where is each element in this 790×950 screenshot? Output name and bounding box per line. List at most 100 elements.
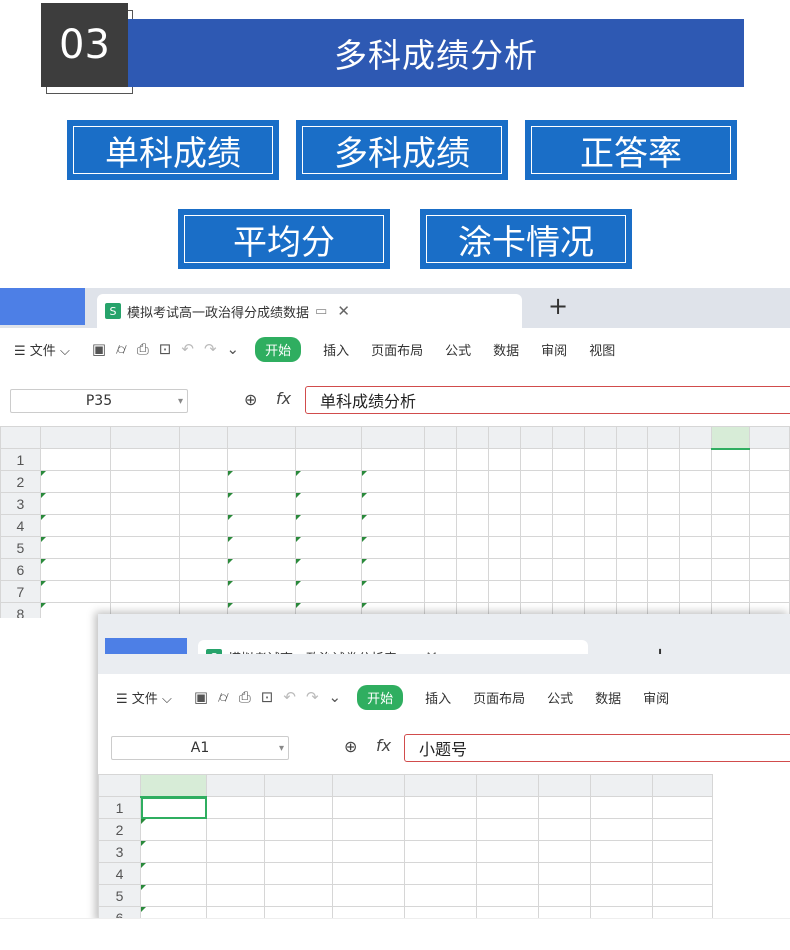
cell[interactable] bbox=[109, 558, 181, 581]
cell[interactable] bbox=[652, 862, 713, 885]
cell[interactable] bbox=[360, 514, 426, 537]
cell[interactable] bbox=[551, 514, 585, 537]
column-header[interactable] bbox=[404, 774, 477, 797]
cell[interactable] bbox=[538, 906, 591, 918]
cell[interactable] bbox=[538, 818, 591, 841]
cell[interactable] bbox=[227, 448, 296, 471]
cell[interactable] bbox=[109, 448, 181, 471]
print-icon[interactable]: ⎙ bbox=[239, 688, 251, 706]
name-box[interactable]: A1 ▾ bbox=[111, 736, 289, 760]
cell[interactable] bbox=[404, 862, 477, 885]
cell[interactable] bbox=[456, 514, 490, 537]
cell[interactable] bbox=[332, 840, 405, 863]
zoom-icon[interactable]: ⊕ bbox=[344, 737, 357, 756]
cell[interactable] bbox=[227, 580, 296, 603]
cell[interactable] bbox=[39, 514, 111, 537]
preview-icon[interactable]: ⊡ bbox=[261, 688, 274, 706]
cell[interactable] bbox=[748, 536, 790, 559]
column-header[interactable] bbox=[476, 774, 539, 797]
cell[interactable] bbox=[590, 906, 653, 918]
cell[interactable] bbox=[179, 492, 229, 515]
cell[interactable] bbox=[227, 536, 296, 559]
cell[interactable] bbox=[179, 580, 229, 603]
cell[interactable] bbox=[39, 470, 111, 493]
cell[interactable] bbox=[615, 470, 649, 493]
cell[interactable] bbox=[109, 470, 181, 493]
column-header[interactable] bbox=[294, 426, 362, 449]
cell[interactable] bbox=[360, 492, 426, 515]
column-header[interactable] bbox=[583, 426, 617, 449]
cell[interactable] bbox=[590, 884, 653, 907]
cell[interactable] bbox=[488, 580, 521, 603]
cell[interactable] bbox=[294, 536, 362, 559]
cell[interactable] bbox=[360, 448, 426, 471]
cell[interactable] bbox=[488, 448, 521, 471]
cell[interactable] bbox=[39, 580, 111, 603]
print-icon[interactable]: ⎙ bbox=[137, 340, 149, 358]
cell[interactable] bbox=[711, 536, 750, 559]
cell[interactable] bbox=[551, 558, 585, 581]
cell[interactable] bbox=[39, 448, 111, 471]
cell[interactable] bbox=[488, 470, 521, 493]
cell[interactable] bbox=[39, 558, 111, 581]
cell[interactable] bbox=[179, 514, 229, 537]
formula-bar[interactable]: 小题号 bbox=[404, 734, 790, 762]
cell[interactable] bbox=[551, 492, 585, 515]
cell[interactable] bbox=[227, 514, 296, 537]
cell[interactable] bbox=[519, 470, 553, 493]
tab-start[interactable]: 开始 bbox=[357, 684, 404, 710]
cell[interactable] bbox=[404, 818, 477, 841]
cell[interactable] bbox=[140, 862, 207, 885]
fx-icon[interactable]: fx bbox=[276, 389, 291, 408]
cell[interactable] bbox=[264, 862, 333, 885]
cell[interactable] bbox=[488, 514, 521, 537]
file-menu[interactable]: ☰ 文件 ⌵ bbox=[14, 340, 70, 359]
close-icon[interactable]: ✕ bbox=[337, 302, 350, 320]
cell[interactable] bbox=[538, 884, 591, 907]
cell[interactable] bbox=[294, 492, 362, 515]
document-tab[interactable]: S 模拟考试高一政治得分成绩数据 ▭ ✕ bbox=[97, 294, 522, 328]
column-header[interactable] bbox=[206, 774, 265, 797]
cell[interactable] bbox=[748, 448, 790, 471]
new-tab-icon[interactable]: + bbox=[548, 292, 568, 320]
cell[interactable] bbox=[551, 536, 585, 559]
cell[interactable] bbox=[583, 448, 617, 471]
tab-page-layout[interactable]: 页面布局 bbox=[371, 340, 423, 359]
cell[interactable] bbox=[179, 536, 229, 559]
cell[interactable] bbox=[711, 448, 750, 471]
undo-icon[interactable]: ↶ bbox=[181, 340, 194, 358]
cell[interactable] bbox=[679, 448, 713, 471]
cell[interactable] bbox=[227, 492, 296, 515]
cell[interactable] bbox=[583, 580, 617, 603]
cell[interactable] bbox=[488, 536, 521, 559]
cell[interactable] bbox=[679, 470, 713, 493]
window-icon[interactable]: ▭ bbox=[315, 304, 327, 319]
cell[interactable] bbox=[332, 906, 405, 918]
cell[interactable] bbox=[615, 536, 649, 559]
cell[interactable] bbox=[519, 536, 553, 559]
cell[interactable] bbox=[476, 906, 539, 918]
cell[interactable] bbox=[140, 818, 207, 841]
cell[interactable] bbox=[424, 470, 458, 493]
column-header[interactable] bbox=[711, 426, 750, 450]
cell[interactable] bbox=[109, 492, 181, 515]
cell[interactable] bbox=[679, 580, 713, 603]
cell[interactable] bbox=[109, 536, 181, 559]
cell[interactable] bbox=[206, 796, 265, 819]
cell[interactable] bbox=[647, 492, 681, 515]
cell[interactable] bbox=[519, 558, 553, 581]
cell[interactable] bbox=[615, 514, 649, 537]
file-menu[interactable]: ☰ 文件 ⌵ bbox=[116, 688, 172, 707]
formula-bar[interactable]: 单科成绩分析 bbox=[305, 386, 790, 414]
cell[interactable] bbox=[424, 536, 458, 559]
cell[interactable] bbox=[140, 906, 207, 918]
cell[interactable] bbox=[538, 796, 591, 819]
column-header[interactable] bbox=[39, 426, 111, 449]
cell[interactable] bbox=[140, 796, 207, 819]
tab-data[interactable]: 数据 bbox=[493, 340, 519, 359]
tab-insert[interactable]: 插入 bbox=[323, 340, 349, 359]
cell[interactable] bbox=[456, 536, 490, 559]
cell[interactable] bbox=[647, 448, 681, 471]
cell[interactable] bbox=[332, 884, 405, 907]
tab-data[interactable]: 数据 bbox=[595, 688, 621, 707]
